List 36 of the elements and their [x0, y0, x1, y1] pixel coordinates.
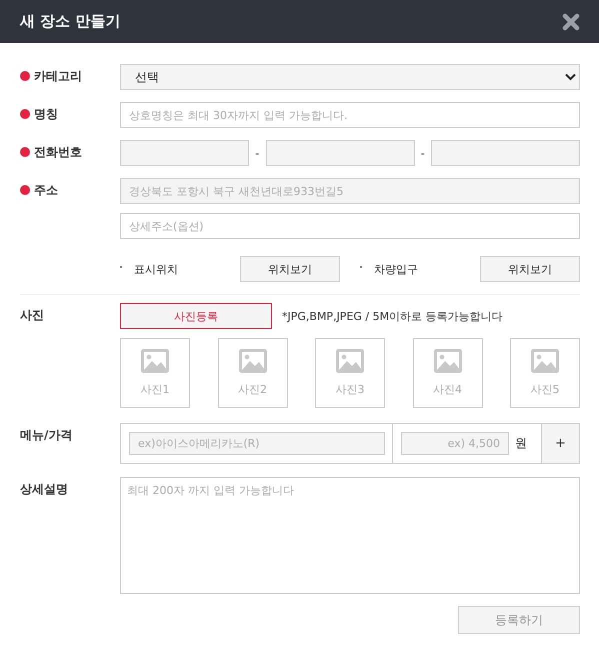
- dialog-title: 새 장소 만들기: [20, 12, 120, 31]
- separator-text: -: [254, 146, 260, 160]
- name-field[interactable]: 상호명칭은 최대 30자까지 입력 가능합니다.: [120, 102, 580, 128]
- field-label: 카테고리: [34, 69, 82, 83]
- add-menu-button[interactable]: +: [542, 424, 579, 463]
- location-label: 차량입구: [374, 262, 419, 276]
- field-label: 상세설명: [20, 482, 68, 496]
- photo-slot[interactable]: 사진3: [315, 338, 385, 408]
- photo-slot[interactable]: 사진4: [412, 338, 482, 408]
- image-icon: [531, 349, 559, 373]
- close-button[interactable]: [562, 12, 580, 30]
- currency-label: 원: [515, 435, 527, 452]
- field-label: 메뉴/가격: [20, 428, 72, 442]
- upload-note: *JPG,BMP,JPEG / 5M이하로 등록가능합니다: [282, 308, 503, 324]
- image-icon: [336, 349, 364, 373]
- photo-slot[interactable]: 사진1: [120, 338, 190, 408]
- image-icon: [141, 349, 169, 373]
- photo-slot[interactable]: 사진5: [510, 338, 580, 408]
- image-icon: [434, 349, 462, 373]
- image-icon: [238, 349, 266, 373]
- field-label: 주소: [34, 183, 58, 197]
- field-label: 전화번호: [34, 145, 82, 159]
- description-field[interactable]: 최대 200자 까지 입력 가능합니다: [120, 477, 580, 594]
- chevron-down-icon: [565, 73, 576, 81]
- photo-slot[interactable]: 사진2: [218, 338, 288, 408]
- phone-field[interactable]: [431, 140, 580, 166]
- photo-upload-button[interactable]: 사진등록: [120, 303, 272, 329]
- phone-field[interactable]: [120, 140, 249, 166]
- separator-text: -: [420, 146, 426, 160]
- menu-name-field[interactable]: ex)아이스아메리카노(R): [129, 432, 385, 455]
- field-label: 사진: [20, 308, 44, 322]
- phone-field[interactable]: [266, 140, 414, 166]
- price-field[interactable]: ex) 4,500: [401, 432, 509, 455]
- field-label: 명칭: [34, 107, 58, 121]
- category-select[interactable]: 선택: [120, 64, 580, 90]
- location-label: 표시위치: [134, 262, 179, 276]
